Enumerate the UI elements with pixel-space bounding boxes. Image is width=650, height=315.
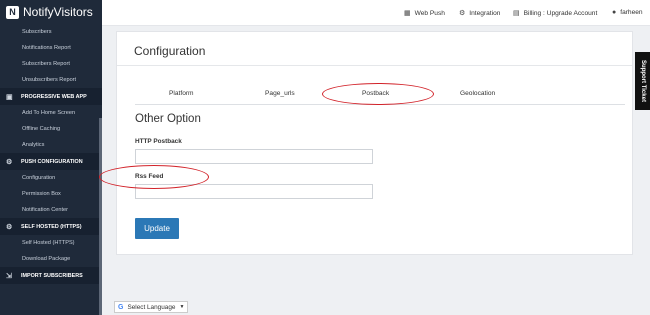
- integration-label: Integration: [469, 9, 501, 17]
- sidebar-item-label: Notification Center: [22, 207, 69, 213]
- sidebar-item-label: Offline Caching: [22, 126, 61, 132]
- sidebar-item[interactable]: Configuration: [0, 170, 102, 186]
- language-label: Select Language: [127, 303, 176, 311]
- import-icon: ⇲: [6, 272, 12, 280]
- page-title: Configuration: [134, 44, 206, 58]
- sidebar-item-label: Subscribers: [22, 29, 52, 35]
- language-selector[interactable]: G Select Language ▼: [114, 301, 189, 313]
- billing-label: Billing : Upgrade Account: [523, 9, 598, 17]
- user-name: farheen: [620, 9, 643, 16]
- sidebar-item[interactable]: Subscribers: [0, 24, 102, 40]
- sidebar-section[interactable]: ⚙ PUSH CONFIGURATION: [0, 153, 102, 170]
- sidebar-item-label: Add To Home Screen: [22, 110, 76, 116]
- brand-name: NotifyVisitors: [23, 5, 93, 19]
- sidebar-item-label: Permission Box: [22, 191, 61, 197]
- sidebar-item-label: PROGRESSIVE WEB APP: [21, 93, 87, 100]
- update-button[interactable]: Update: [135, 218, 179, 239]
- gear-icon: ⚙: [6, 223, 13, 231]
- gear-icon: ⚙: [6, 158, 13, 166]
- sidebar-item-label: SELF HOSTED (HTTPS): [21, 223, 82, 230]
- support-ticket-label: Support Ticket: [639, 60, 646, 102]
- support-ticket-tab[interactable]: Support Ticket: [635, 52, 650, 110]
- sidebar-item[interactable]: Self Hosted (HTTPS): [0, 235, 102, 251]
- sidebar-item-label: PUSH CONFIGURATION: [21, 158, 83, 165]
- user-menu[interactable]: ● farheen: [612, 9, 643, 16]
- sidebar-item[interactable]: Unsubscribers Report: [0, 72, 102, 88]
- tab-geolocation[interactable]: Geolocation: [460, 90, 495, 97]
- configuration-card: Configuration Platform Page_urls Postbac…: [116, 31, 633, 255]
- sidebar-item[interactable]: Subscribers Report: [0, 56, 102, 72]
- billing-link[interactable]: ▤ Billing : Upgrade Account: [513, 9, 598, 18]
- grid-icon: ▦: [404, 10, 411, 17]
- chevron-down-icon: ▼: [179, 304, 185, 310]
- billing-icon: ▤: [513, 10, 520, 17]
- top-bar: ▦ Web Push ⚙ Integration ▤ Billing : Upg…: [102, 0, 650, 26]
- sidebar-item[interactable]: Permission Box: [0, 186, 102, 202]
- gear-icon: ⚙: [459, 10, 466, 17]
- sidebar-menu: Subscribers Notifications Report Subscribe…: [0, 24, 102, 284]
- sidebar-section[interactable]: ⇲ IMPORT SUBSCRIBERS: [0, 267, 102, 284]
- logo-icon: N: [6, 5, 19, 19]
- sidebar-section[interactable]: ⚙ SELF HOSTED (HTTPS): [0, 218, 102, 235]
- http-postback-input[interactable]: [135, 149, 373, 164]
- sidebar-item-label: Configuration: [22, 175, 56, 181]
- sidebar-item-label: Self Hosted (HTTPS): [22, 240, 75, 246]
- sidebar-item-label: Unsubscribers Report: [22, 77, 77, 83]
- sidebar-item[interactable]: Download Package: [0, 251, 102, 267]
- integration-link[interactable]: ⚙ Integration: [459, 9, 501, 18]
- tab-page-urls[interactable]: Page_urls: [265, 90, 295, 97]
- sidebar-scrollbar[interactable]: [99, 118, 102, 315]
- sidebar: N NotifyVisitors Subscribers Notification…: [0, 0, 102, 315]
- sidebar-item-label: Notifications Report: [22, 45, 71, 51]
- sidebar-item-label: IMPORT SUBSCRIBERS: [21, 272, 83, 279]
- section-heading: Other Option: [135, 113, 201, 125]
- tab-platform[interactable]: Platform: [169, 90, 194, 97]
- sidebar-item-label: Subscribers Report: [22, 61, 70, 67]
- user-icon: ●: [612, 9, 617, 16]
- postback-highlight-ellipse: [322, 83, 434, 105]
- sidebar-section[interactable]: ▣ PROGRESSIVE WEB APP: [0, 88, 102, 105]
- web-push-label: Web Push: [414, 9, 445, 17]
- sidebar-item[interactable]: Add To Home Screen: [0, 105, 102, 121]
- pwa-icon: ▣: [6, 93, 13, 101]
- http-postback-label: HTTP Postback: [135, 138, 182, 145]
- web-push-link[interactable]: ▦ Web Push: [404, 9, 445, 18]
- google-icon: G: [118, 303, 124, 311]
- sidebar-item-label: Analytics: [22, 142, 45, 148]
- rss-feed-highlight-ellipse: [99, 165, 209, 189]
- sidebar-item[interactable]: Analytics: [0, 137, 102, 153]
- title-divider: [117, 65, 632, 66]
- sidebar-item[interactable]: Offline Caching: [0, 121, 102, 137]
- brand-logo[interactable]: N NotifyVisitors: [0, 0, 102, 24]
- sidebar-item-label: Download Package: [22, 256, 71, 262]
- sidebar-item[interactable]: Notification Center: [0, 202, 102, 218]
- sidebar-item[interactable]: Notifications Report: [0, 40, 102, 56]
